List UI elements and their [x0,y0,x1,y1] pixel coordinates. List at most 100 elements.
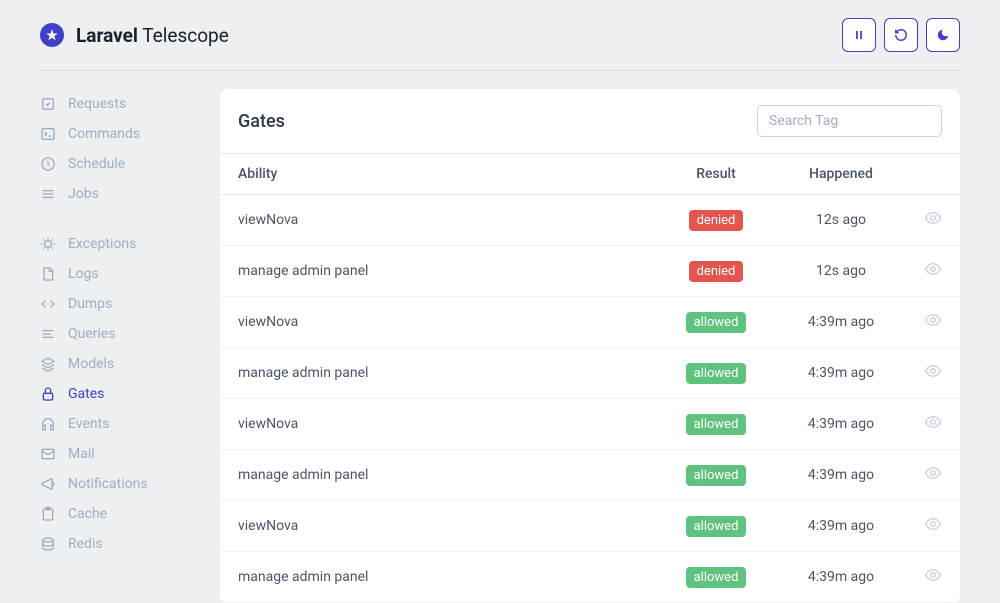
cell-result: allowed [656,348,776,399]
cell-ability: manage admin panel [220,552,656,603]
eye-icon [924,362,942,380]
sidebar-item-schedule[interactable]: Schedule [40,149,200,179]
nav-label: Exceptions [68,236,136,252]
col-ability: Ability [220,154,656,195]
search-input[interactable] [757,105,942,137]
sidebar-item-redis[interactable]: Redis [40,529,200,559]
view-link[interactable] [924,311,942,329]
cell-view [906,348,960,399]
sidebar-item-logs[interactable]: Logs [40,259,200,289]
table-row: manage admin panelallowed4:39m ago [220,450,960,501]
eye-icon [924,464,942,482]
table-row: manage admin panelallowed4:39m ago [220,552,960,603]
view-link[interactable] [924,413,942,431]
cell-happened: 4:39m ago [776,501,906,552]
nav-label: Cache [68,506,107,522]
cell-result: allowed [656,297,776,348]
cell-result: denied [656,246,776,297]
request-icon [40,96,56,112]
nav-label: Jobs [68,186,99,202]
eye-icon [924,311,942,329]
cell-view [906,399,960,450]
sidebar-item-mail[interactable]: Mail [40,439,200,469]
col-result: Result [656,154,776,195]
nav-label: Commands [68,126,140,142]
view-link[interactable] [924,209,942,227]
nav-label: Gates [68,386,104,402]
status-badge: allowed [686,414,747,435]
bug-icon [40,236,56,252]
cell-view [906,297,960,348]
refresh-button[interactable] [884,18,918,52]
cell-ability: viewNova [220,297,656,348]
eye-icon [924,515,942,533]
sidebar-item-models[interactable]: Models [40,349,200,379]
view-link[interactable] [924,515,942,533]
app-logo [40,23,64,47]
cell-happened: 12s ago [776,195,906,246]
eye-icon [924,413,942,431]
moon-icon [936,28,950,42]
nav-label: Mail [68,446,95,462]
status-badge: denied [689,210,744,231]
sidebar-item-cache[interactable]: Cache [40,499,200,529]
col-view [906,154,960,195]
view-link[interactable] [924,260,942,278]
table-row: manage admin paneldenied12s ago [220,246,960,297]
sidebar-item-commands[interactable]: Commands [40,119,200,149]
app-brand: Laravel Telescope [40,23,229,47]
main-panel: Gates Ability Result Happened viewNovade… [220,89,960,603]
list-icon [40,186,56,202]
sidebar-item-jobs[interactable]: Jobs [40,179,200,209]
pause-icon [852,28,866,42]
layers-icon [40,356,56,372]
view-link[interactable] [924,362,942,380]
mail-icon [40,446,56,462]
sidebar-item-dumps[interactable]: Dumps [40,289,200,319]
cell-view [906,552,960,603]
cell-happened: 4:39m ago [776,552,906,603]
sidebar-item-notifications[interactable]: Notifications [40,469,200,499]
nav-label: Logs [68,266,99,282]
dark-mode-button[interactable] [926,18,960,52]
cell-view [906,450,960,501]
cell-happened: 4:39m ago [776,297,906,348]
nav-label: Dumps [68,296,112,312]
nav-label: Models [68,356,114,372]
nav-label: Events [68,416,109,432]
sidebar-item-queries[interactable]: Queries [40,319,200,349]
sidebar-item-gates[interactable]: Gates [40,379,200,409]
cell-view [906,195,960,246]
brand-light: Telescope [142,24,229,47]
cell-view [906,246,960,297]
eye-icon [924,566,942,584]
cell-happened: 4:39m ago [776,348,906,399]
headphones-icon [40,416,56,432]
clock-icon [40,156,56,172]
table-row: viewNova allowed 4:39m ago [220,297,960,348]
cell-ability: viewNova [220,399,656,450]
sidebar: Requests Commands Schedule Jobs Exceptions Lo… [40,89,200,603]
status-badge: allowed [686,312,747,333]
cell-result: denied [656,195,776,246]
view-link[interactable] [924,464,942,482]
sidebar-item-events[interactable]: Events [40,409,200,439]
view-link[interactable] [924,566,942,584]
database-icon [40,536,56,552]
sidebar-item-exceptions[interactable]: Exceptions [40,229,200,259]
cell-ability: viewNova [220,195,656,246]
table-row: viewNovaallowed4:39m ago [220,501,960,552]
cell-result: allowed [656,450,776,501]
sidebar-item-requests[interactable]: Requests [40,89,200,119]
lock-icon [40,386,56,402]
eye-icon [924,209,942,227]
clipboard-icon [40,506,56,522]
brand-bold: Laravel [76,24,138,47]
status-badge: denied [689,261,744,282]
nav-label: Queries [68,326,116,342]
gates-table: Ability Result Happened viewNovadenied12… [220,153,960,603]
status-badge: allowed [686,465,747,486]
cell-happened: 4:39m ago [776,399,906,450]
nav-label: Redis [68,536,103,552]
pause-button[interactable] [842,18,876,52]
